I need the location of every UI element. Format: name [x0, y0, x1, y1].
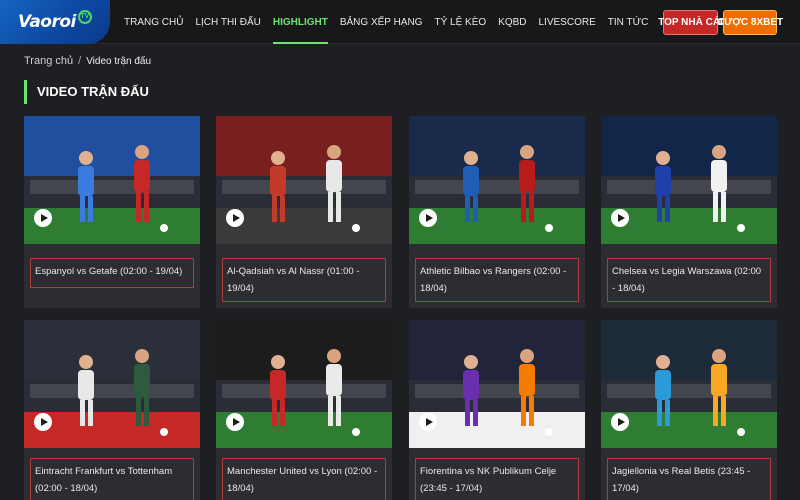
video-thumbnail[interactable] — [601, 320, 777, 448]
play-icon[interactable] — [226, 209, 244, 227]
tv-icon: TV — [77, 10, 92, 24]
thumbnail-image — [409, 116, 585, 244]
site-header: Vaoroi TV Trang chủ Lịch thi đấu Highlig… — [0, 0, 800, 44]
video-card[interactable]: Eintracht Frankfurt vs Tottenham (02:00 … — [24, 320, 200, 500]
thumbnail-image — [24, 320, 200, 448]
nav-item-livescore[interactable]: Livescore — [539, 0, 596, 44]
breadcrumb-separator: / — [78, 55, 82, 67]
play-icon[interactable] — [611, 413, 629, 431]
video-card[interactable]: Athletic Bilbao vs Rangers (02:00 - 18/0… — [409, 116, 585, 308]
video-title[interactable]: Manchester United vs Lyon (02:00 - 18/04… — [222, 458, 386, 500]
logo-text: Vaoroi — [18, 12, 76, 32]
video-card[interactable]: Fiorentina vs NK Publikum Celje (23:45 -… — [409, 320, 585, 500]
main-nav: Trang chủ Lịch thi đấu Highlight Bảng xế… — [124, 0, 738, 44]
video-thumbnail[interactable] — [24, 320, 200, 448]
play-icon[interactable] — [34, 209, 52, 227]
video-card[interactable]: Espanyol vs Getafe (02:00 - 19/04) — [24, 116, 200, 308]
video-title[interactable]: Jagiellonia vs Real Betis (23:45 - 17/04… — [607, 458, 771, 500]
video-card[interactable]: Manchester United vs Lyon (02:00 - 18/04… — [216, 320, 392, 500]
thumbnail-image — [216, 116, 392, 244]
video-title[interactable]: Chelsea vs Legia Warszawa (02:00 - 18/04… — [607, 258, 771, 302]
play-icon[interactable] — [419, 413, 437, 431]
play-icon[interactable] — [611, 209, 629, 227]
nav-item-results[interactable]: KQBD — [498, 0, 526, 44]
video-title[interactable]: Eintracht Frankfurt vs Tottenham (02:00 … — [30, 458, 194, 500]
play-icon[interactable] — [34, 413, 52, 431]
thumbnail-image — [216, 320, 392, 448]
video-title[interactable]: Al-Qadsiah vs Al Nassr (01:00 - 19/04) — [222, 258, 386, 302]
video-thumbnail[interactable] — [24, 116, 200, 244]
nav-item-standings[interactable]: Bảng xếp hạng — [340, 0, 423, 44]
top-bookmaker-button[interactable]: Top nhà cái — [658, 10, 723, 35]
video-card[interactable]: Jagiellonia vs Real Betis (23:45 - 17/04… — [601, 320, 777, 500]
breadcrumb-current: Video trận đấu — [86, 55, 152, 67]
play-icon[interactable] — [226, 413, 244, 431]
thumbnail-image — [601, 320, 777, 448]
breadcrumb-home[interactable]: Trang chủ — [24, 55, 73, 67]
site-logo[interactable]: Vaoroi TV — [0, 0, 110, 44]
nav-item-news[interactable]: Tin tức — [608, 0, 649, 44]
nav-item-highlight[interactable]: Highlight — [272, 0, 328, 44]
video-title[interactable]: Espanyol vs Getafe (02:00 - 19/04) — [30, 258, 194, 288]
video-card[interactable]: Chelsea vs Legia Warszawa (02:00 - 18/04… — [601, 116, 777, 308]
video-title[interactable]: Fiorentina vs NK Publikum Celje (23:45 -… — [415, 458, 579, 500]
section-title: Video trận đấu — [24, 80, 149, 104]
video-thumbnail[interactable] — [216, 320, 392, 448]
breadcrumb: Trang chủ / Video trận đấu — [24, 55, 151, 67]
thumbnail-image — [409, 320, 585, 448]
video-thumbnail[interactable] — [409, 116, 585, 244]
nav-item-schedule[interactable]: Lịch thi đấu — [195, 0, 260, 44]
play-icon[interactable] — [419, 209, 437, 227]
bet-button[interactable]: Cược 8xbet — [717, 10, 783, 35]
video-thumbnail[interactable] — [409, 320, 585, 448]
nav-item-home[interactable]: Trang chủ — [124, 0, 183, 44]
video-thumbnail[interactable] — [216, 116, 392, 244]
video-thumbnail[interactable] — [601, 116, 777, 244]
video-card[interactable]: Al-Qadsiah vs Al Nassr (01:00 - 19/04) — [216, 116, 392, 308]
nav-item-odds[interactable]: Tỷ lệ kèo — [434, 0, 486, 44]
video-title[interactable]: Athletic Bilbao vs Rangers (02:00 - 18/0… — [415, 258, 579, 302]
thumbnail-image — [601, 116, 777, 244]
thumbnail-image — [24, 116, 200, 244]
